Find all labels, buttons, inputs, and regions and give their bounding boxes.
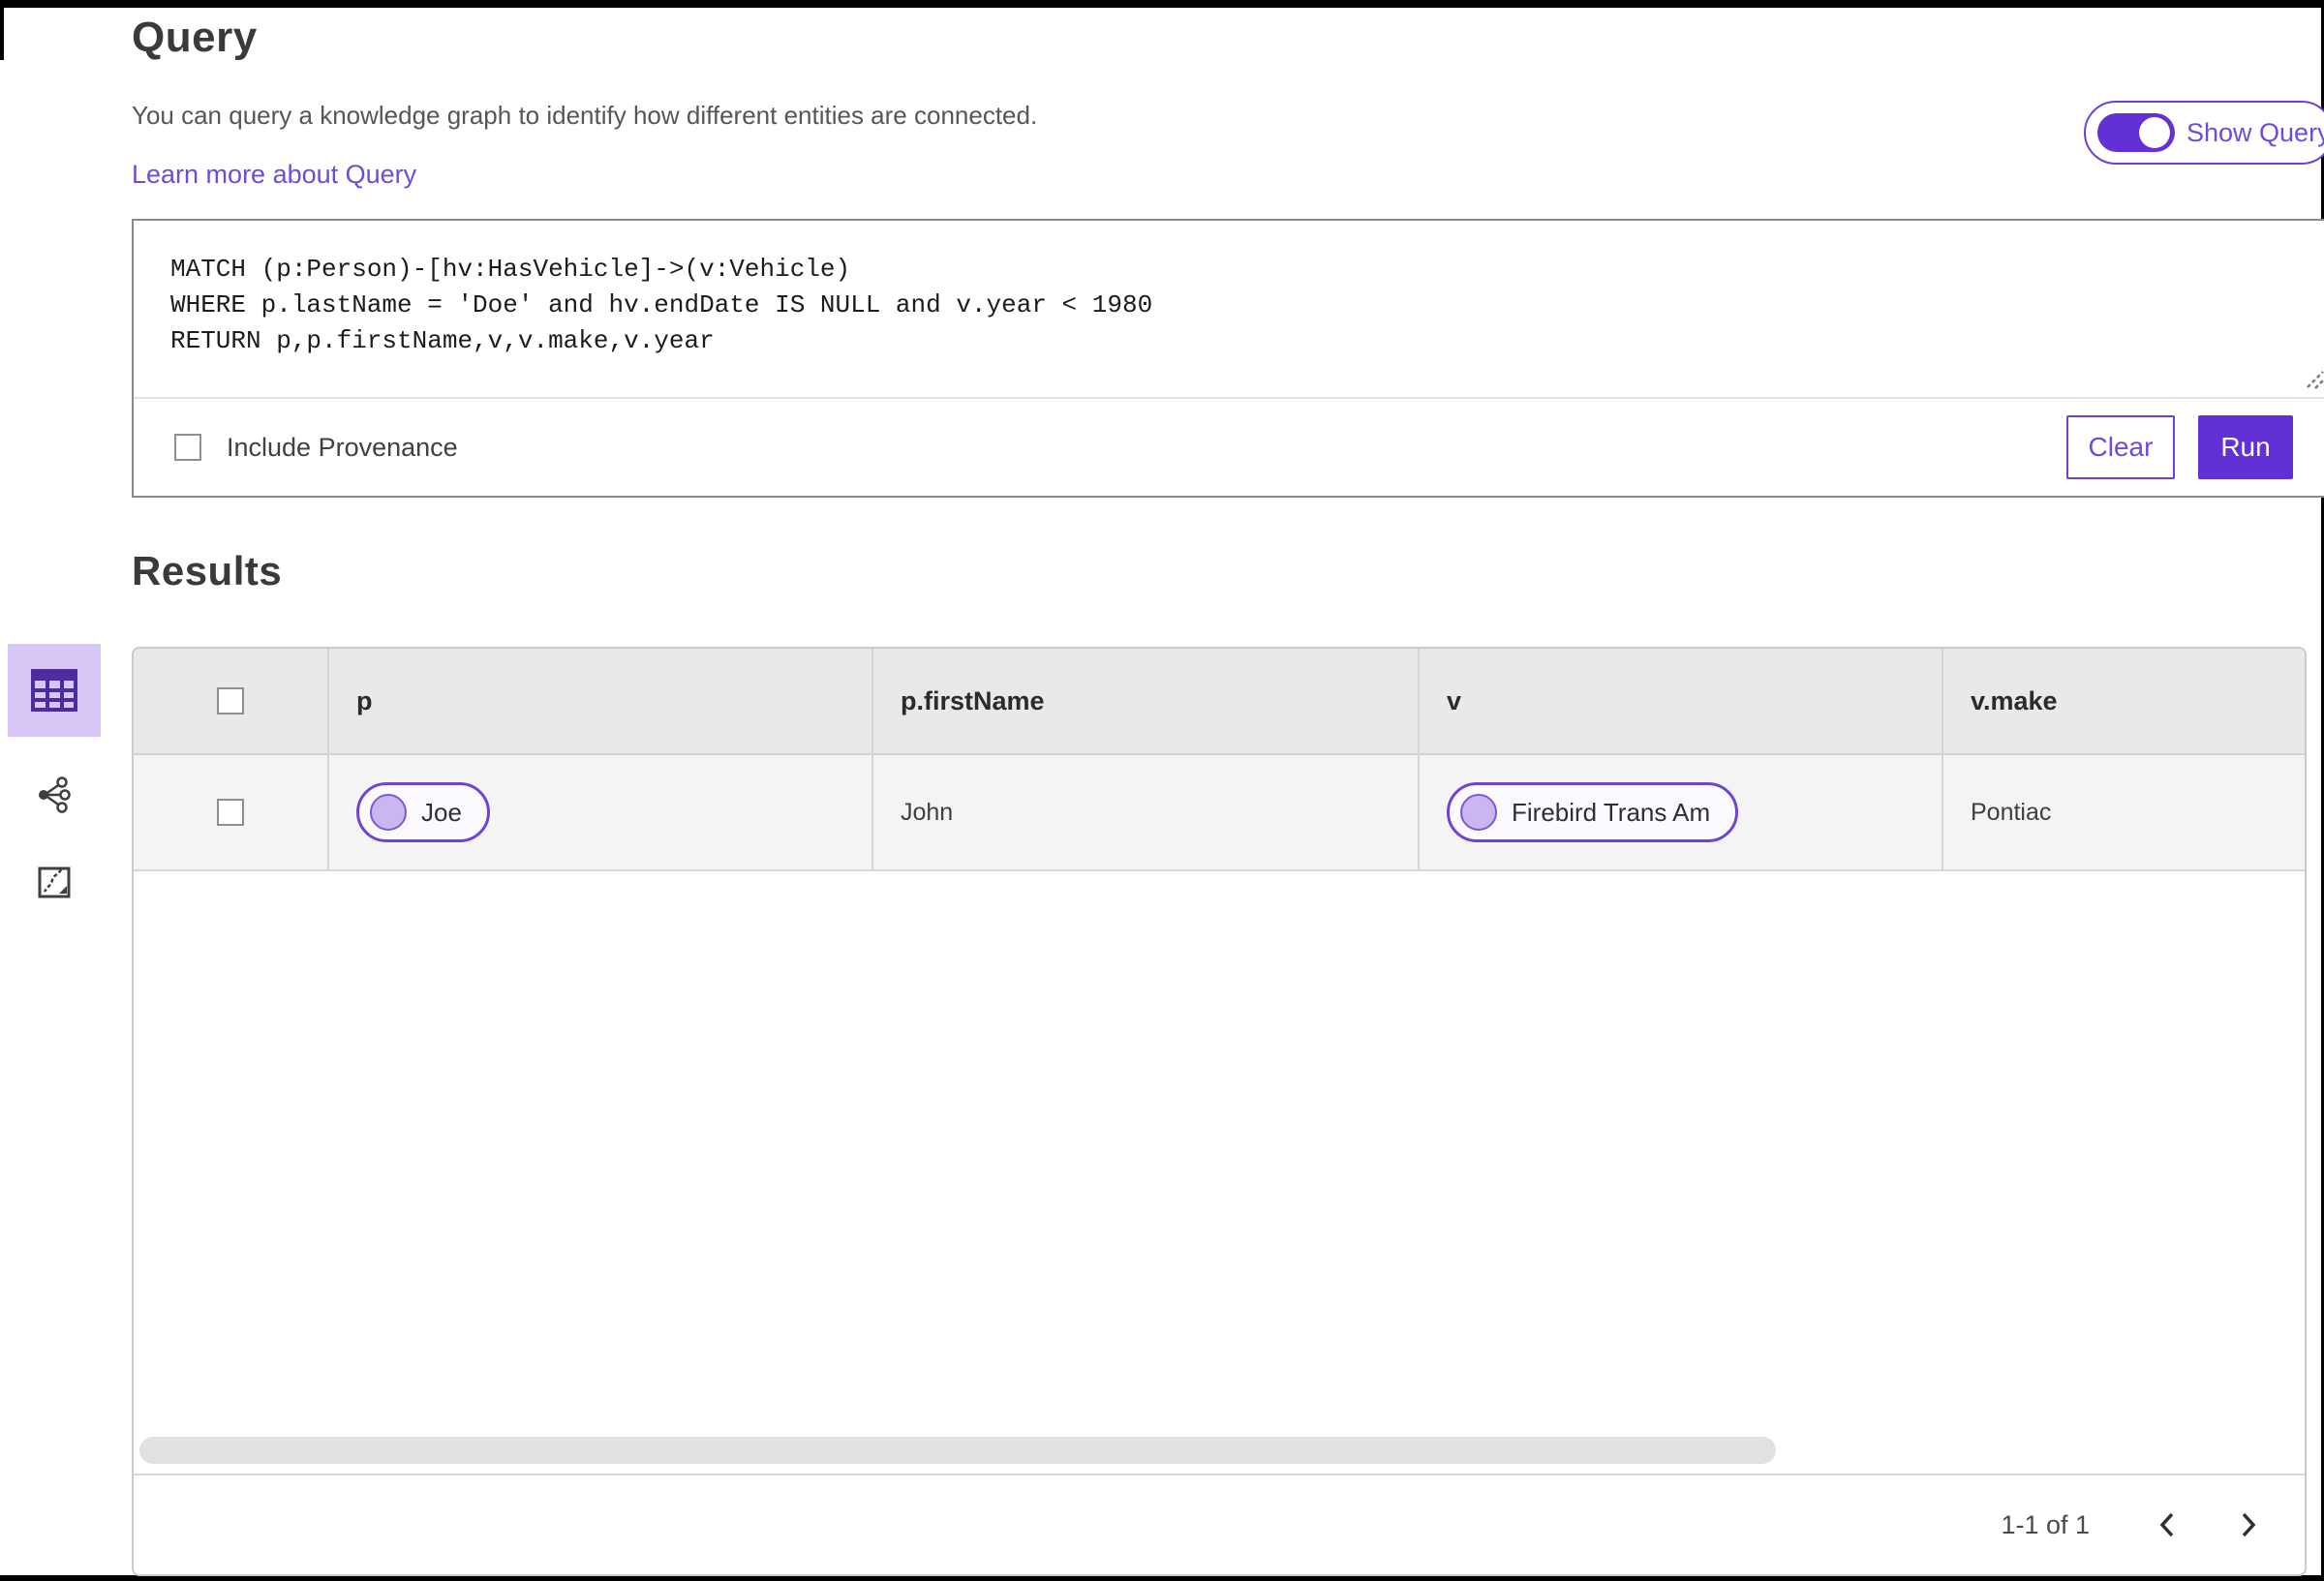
table-empty-area <box>134 871 2305 1429</box>
table-header-row: p p.firstName v v.make <box>134 649 2305 755</box>
page-title: Query <box>132 14 258 61</box>
pagination-range: 1-1 of 1 <box>2001 1509 2090 1539</box>
query-footer: Include Provenance Clear Run <box>134 397 2324 496</box>
entity-pill-vehicle[interactable]: Firebird Trans Am <box>1447 782 1739 842</box>
cell-value: Pontiac <box>1971 798 2052 826</box>
entity-pill-label: Firebird Trans Am <box>1512 797 1711 827</box>
entity-pill-label: Joe <box>421 797 462 827</box>
query-panel: MATCH (p:Person)-[hv:HasVehicle]->(v:Veh… <box>132 219 2324 498</box>
entity-node-icon <box>1460 794 1497 831</box>
horizontal-scrollbar[interactable] <box>134 1429 2305 1474</box>
entity-node-icon <box>370 794 407 831</box>
cell-v: Firebird Trans Am <box>1420 755 1943 869</box>
include-provenance-checkbox[interactable] <box>174 434 201 461</box>
column-header-p: p <box>329 649 873 753</box>
table-footer: 1-1 of 1 <box>134 1474 2305 1574</box>
graph-view-button[interactable] <box>8 766 101 824</box>
column-header-p-firstname: p.firstName <box>873 649 1420 753</box>
toggle-knob <box>2139 117 2170 148</box>
main-content: Query You can query a knowledge graph to… <box>132 8 2324 594</box>
chevron-left-icon <box>2159 1512 2174 1537</box>
header-checkbox-cell <box>134 649 329 753</box>
query-editor-input[interactable]: MATCH (p:Person)-[hv:HasVehicle]->(v:Veh… <box>134 221 2324 397</box>
select-all-checkbox[interactable] <box>217 687 244 714</box>
show-query-label: Show Query <box>2186 117 2324 147</box>
table-row: Joe John Firebird Trans Am Pontiac <box>134 755 2305 871</box>
cell-v-make: Pontiac <box>1943 755 2305 869</box>
show-query-toggle[interactable]: Show Query <box>2084 101 2324 165</box>
row-checkbox[interactable] <box>217 799 244 826</box>
page-description: You can query a knowledge graph to ident… <box>132 101 1038 130</box>
results-title: Results <box>132 548 283 593</box>
column-header-v: v <box>1420 649 1943 753</box>
view-switcher <box>8 644 101 911</box>
chevron-right-icon <box>2242 1512 2256 1537</box>
scrollbar-thumb[interactable] <box>139 1437 1776 1464</box>
graph-view-icon <box>39 776 71 813</box>
column-header-label: v.make <box>1971 685 2058 715</box>
entity-pill-person[interactable]: Joe <box>356 782 490 842</box>
next-page-button[interactable] <box>2227 1504 2270 1546</box>
results-table: p p.firstName v v.make Joe John Firebird… <box>132 647 2307 1576</box>
cell-p-firstname: John <box>873 755 1420 869</box>
map-view-button[interactable] <box>8 853 101 911</box>
run-button[interactable]: Run <box>2198 415 2293 479</box>
learn-more-link[interactable]: Learn more about Query <box>132 160 416 190</box>
column-header-v-make: v.make <box>1943 649 2305 753</box>
window-border-top <box>0 0 2324 8</box>
table-view-button[interactable] <box>8 644 101 737</box>
prev-page-button[interactable] <box>2146 1504 2188 1546</box>
column-header-label: v <box>1447 685 1462 715</box>
column-header-label: p <box>356 685 373 715</box>
cell-p: Joe <box>329 755 873 869</box>
toggle-switch-icon[interactable] <box>2097 113 2175 152</box>
table-view-icon <box>31 669 77 712</box>
map-view-icon <box>38 867 71 897</box>
row-checkbox-cell <box>134 755 329 869</box>
cell-value: John <box>901 798 954 826</box>
window-border-left <box>0 0 4 60</box>
clear-button[interactable]: Clear <box>2066 415 2175 479</box>
column-header-label: p.firstName <box>901 685 1045 715</box>
include-provenance-label: Include Provenance <box>227 432 458 462</box>
